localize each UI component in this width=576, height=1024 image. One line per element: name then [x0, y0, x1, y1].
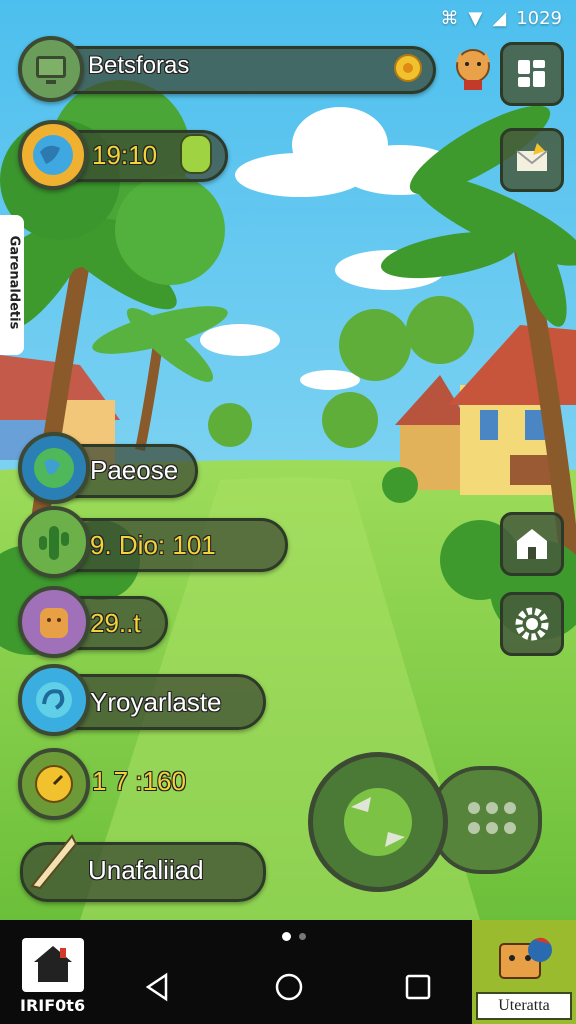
gear-icon: [515, 607, 549, 641]
globe-icon: [33, 135, 73, 175]
timer-avatar[interactable]: [18, 120, 88, 190]
menu-item-4-icon[interactable]: [18, 664, 90, 736]
mail-button[interactable]: [500, 128, 564, 192]
signal-icon: ⌘: [440, 7, 459, 29]
more-dots-icon: [468, 802, 516, 834]
cactus-icon: [39, 526, 69, 560]
menu-item-1-label: Paeose: [90, 455, 179, 485]
app-shortcut-label: Uteratta: [476, 992, 572, 1020]
circle-home-icon: [275, 973, 303, 1001]
menu-item-4-label: Yroyarlaste: [90, 687, 222, 717]
menu-item-3-icon[interactable]: [18, 586, 90, 658]
timer-value: 19:10: [92, 140, 158, 170]
envelope-icon: [516, 143, 548, 171]
map-icon: [34, 448, 74, 488]
menu-item-2-icon[interactable]: [18, 506, 90, 578]
clock-icon: [35, 765, 73, 803]
home-shortcut[interactable]: [22, 938, 84, 992]
monitor-icon: [36, 56, 66, 84]
page-dot-active: [282, 932, 291, 941]
menu-item-2-label: 9. Dio: 101: [90, 530, 216, 560]
menu-item-6-label: Unafaliiad: [88, 855, 204, 885]
menu-item-1-icon[interactable]: [18, 432, 90, 504]
back-button[interactable]: [144, 972, 170, 1006]
square-recents-icon: [405, 974, 431, 1000]
action-joystick[interactable]: [308, 752, 448, 892]
back-icon: [145, 972, 168, 1002]
leaf-icon: [180, 134, 212, 174]
gem-icon[interactable]: [392, 52, 424, 84]
side-tab[interactable]: Garenaldetis: [0, 215, 24, 355]
quill-icon: [22, 830, 82, 894]
navigation-bar: IRIF0t6 Uteratta: [0, 920, 576, 1024]
status-time: 1029: [516, 7, 562, 29]
character-icon[interactable]: [452, 42, 494, 94]
house-button[interactable]: [500, 512, 564, 576]
swirl-icon: [36, 682, 72, 718]
menu-item-5-label: 1 7 :160: [92, 766, 186, 796]
refresh-icon: [344, 788, 412, 856]
menu-item-5-icon[interactable]: [18, 748, 90, 820]
grid-icon: [518, 60, 545, 87]
home-icon: [517, 529, 547, 559]
page-dot: [299, 933, 306, 940]
home-button[interactable]: [274, 972, 304, 1006]
layout-button[interactable]: [500, 42, 564, 106]
settings-button[interactable]: [500, 592, 564, 656]
bread-icon: [40, 608, 68, 638]
home-shortcut-label: IRIF0t6: [20, 996, 86, 1015]
app-shortcut[interactable]: Uteratta: [472, 920, 576, 1024]
house-icon: [34, 946, 72, 982]
side-tab-label: Garenaldetis: [6, 235, 22, 330]
profile-avatar[interactable]: [18, 36, 84, 102]
top-title: Betsforas: [88, 52, 190, 79]
menu-item-3-label: 29..t: [90, 608, 141, 638]
robot-icon: [499, 937, 552, 979]
page-indicator: [282, 932, 306, 941]
wifi-icon: ▼: [468, 7, 483, 29]
recents-button[interactable]: [404, 973, 432, 1005]
status-bar: ⌘ ▼ ◢ 1029: [0, 0, 576, 36]
cellular-icon: ◢: [492, 7, 507, 29]
